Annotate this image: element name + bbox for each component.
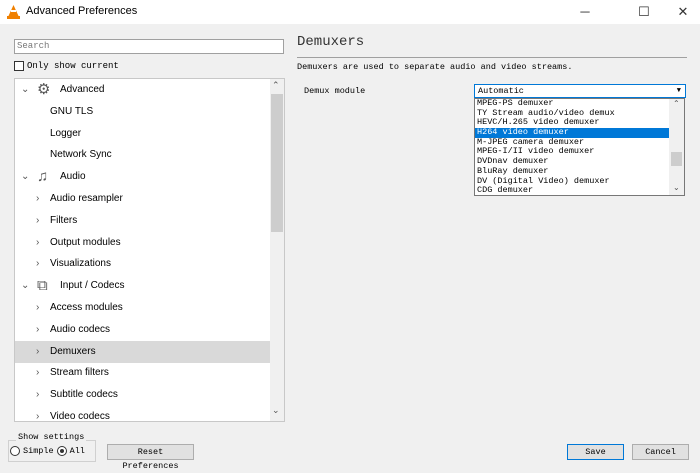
only-show-current-label: Only show current <box>27 61 119 71</box>
tree-item-label: Subtitle codecs <box>50 389 118 401</box>
music-note-icon: ♫ <box>37 168 49 186</box>
chevron-right-icon[interactable]: › <box>36 232 39 254</box>
tree-item-label: Stream filters <box>50 367 109 379</box>
show-settings-label: Show settings <box>16 432 87 442</box>
only-show-current-checkbox[interactable]: Only show current <box>14 61 119 71</box>
tree-item[interactable]: › Access modules <box>15 297 270 319</box>
tree-item[interactable]: › Audio resampler <box>15 188 270 210</box>
all-radio[interactable] <box>56 446 67 456</box>
minimize-button[interactable]: ─ <box>562 0 608 24</box>
panel-description: Demuxers are used to separate audio and … <box>297 62 573 72</box>
chevron-right-icon[interactable]: › <box>36 297 39 319</box>
tree-item-label: Input / Codecs <box>60 280 125 292</box>
search-input[interactable]: Search <box>14 39 284 54</box>
scroll-up-icon[interactable]: ⌃ <box>272 80 280 91</box>
preferences-tree: ⌄ ⚙ Advanced GNU TLS Logger Network Sync ⌄ ♫ Aud… <box>14 78 285 422</box>
tree-item-label: Visualizations <box>50 258 111 270</box>
save-button[interactable]: Save <box>567 444 624 460</box>
tree-item-label: Demuxers <box>50 345 96 357</box>
tree-item-label: Audio resampler <box>50 193 123 204</box>
tree-scrollbar-thumb[interactable] <box>271 94 283 232</box>
scroll-down-icon[interactable]: ⌄ <box>272 405 280 416</box>
tree-item-label: Logger <box>50 127 82 139</box>
demux-options-list: MPEG-PS demuxer TY Stream audio/video dem… <box>474 98 685 196</box>
simple-label: Simple <box>23 446 54 456</box>
chevron-right-icon[interactable]: › <box>36 253 39 275</box>
tree-item-label: Audio codecs <box>50 323 111 335</box>
tree-item-label: Audio <box>60 171 86 183</box>
tree-item[interactable]: › Subtitle codecs <box>15 384 270 406</box>
simple-radio[interactable] <box>10 446 20 456</box>
tree-item-label: Output modules <box>50 236 121 248</box>
demux-selected-value: Automatic <box>478 86 524 96</box>
tree-item-label: Filters <box>50 214 78 226</box>
window-title: Advanced Preferences <box>26 5 138 17</box>
list-scrollbar[interactable] <box>669 99 684 195</box>
tree-item[interactable]: Logger <box>15 123 270 145</box>
tree-item[interactable]: Network Sync <box>15 144 270 166</box>
reset-preferences-button[interactable]: Reset Preferences <box>107 444 194 471</box>
tree-item[interactable]: ⌄ ♫ Audio <box>15 166 270 188</box>
all-label: All <box>69 446 85 456</box>
tree-item[interactable]: ⌄ ⚙ Advanced <box>15 79 270 101</box>
dropdown-arrow-icon[interactable]: ▼ <box>677 85 681 97</box>
tree-item-label: Advanced <box>60 84 105 95</box>
tree-item[interactable]: › Audio codecs <box>15 319 270 341</box>
checkbox-box[interactable] <box>14 61 24 71</box>
tree-item[interactable]: › Filters <box>15 210 270 232</box>
chevron-right-icon[interactable]: › <box>36 341 39 363</box>
chevron-right-icon[interactable]: › <box>36 406 39 421</box>
tree-item[interactable]: › Stream filters <box>15 362 270 384</box>
tree-item[interactable]: › Demuxers <box>15 340 270 363</box>
tree-item-label: Access modules <box>50 302 123 313</box>
chevron-down-icon[interactable]: ⌄ <box>21 166 29 188</box>
list-scroll-down-icon[interactable]: ⌄ <box>673 183 680 192</box>
panel-title: Demuxers <box>297 34 365 50</box>
chevron-down-icon[interactable]: ⌄ <box>21 79 29 101</box>
tree-item[interactable]: ⌄ ⧉ Input / Codecs <box>15 275 270 297</box>
cancel-button[interactable]: Cancel <box>632 444 689 460</box>
vlc-cone-icon <box>7 5 20 19</box>
demux-module-select[interactable]: Automatic ▼ <box>474 84 686 98</box>
tree-item[interactable]: › Visualizations <box>15 253 270 275</box>
list-scroll-up-icon[interactable]: ⌃ <box>673 99 680 108</box>
title-divider <box>297 57 687 58</box>
tree-item-label: Video codecs <box>50 411 110 422</box>
list-scrollbar-thumb[interactable] <box>671 152 682 166</box>
chevron-right-icon[interactable]: › <box>36 362 39 384</box>
codecs-icon: ⧉ <box>37 277 48 295</box>
tree-item[interactable]: › Output modules <box>15 232 270 254</box>
tree-item[interactable]: GNU TLS <box>15 101 270 123</box>
chevron-right-icon[interactable]: › <box>36 188 39 210</box>
demux-module-label: Demux module <box>304 86 366 96</box>
demux-option[interactable]: CDG demuxer <box>475 185 671 195</box>
gear-icon: ⚙ <box>37 81 51 98</box>
close-button[interactable]: ✕ <box>660 0 700 24</box>
chevron-right-icon[interactable]: › <box>36 210 39 232</box>
tree-item-label: GNU TLS <box>50 105 94 117</box>
chevron-down-icon[interactable]: ⌄ <box>21 275 29 297</box>
tree-item-label: Network Sync <box>50 149 112 161</box>
chevron-right-icon[interactable]: › <box>36 384 39 406</box>
tree-item[interactable]: › Video codecs <box>15 406 270 422</box>
chevron-right-icon[interactable]: › <box>36 319 39 341</box>
